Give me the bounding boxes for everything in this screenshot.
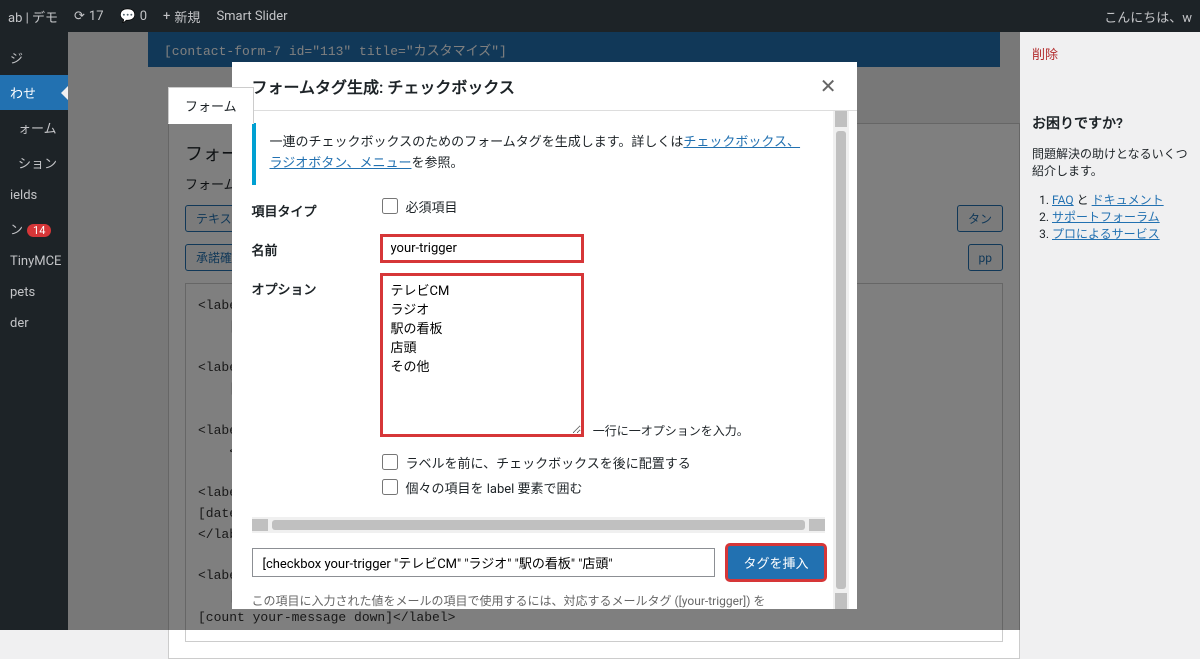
wrap-label-text: 個々の項目を label 要素で囲む	[406, 478, 583, 497]
generated-tag-input[interactable]	[252, 548, 716, 577]
greeting: こんにちは、w	[1104, 7, 1192, 26]
delete-link[interactable]: 削除	[1032, 48, 1058, 63]
pro-link[interactable]: プロによるサービス	[1052, 227, 1160, 241]
modal-title: フォームタグ生成: チェックボックス	[252, 74, 515, 98]
admin-sidebar: ジ わせ ォーム ション ields ン14 TinyMCE pets der	[0, 32, 68, 630]
smart-slider[interactable]: Smart Slider	[216, 9, 287, 24]
site-name[interactable]: ab | デモ	[8, 7, 58, 26]
help-link-item: プロによるサービス	[1052, 225, 1188, 242]
label-first-text: ラベルを前に、チェックボックスを後に配置する	[406, 453, 691, 472]
v-scrollbar[interactable]	[833, 111, 849, 609]
help-heading: お困りですか?	[1032, 113, 1188, 133]
update-badge: 14	[27, 224, 51, 237]
sidebar-item-snippets[interactable]: pets	[0, 277, 68, 308]
sidebar-item-integration[interactable]: ション	[0, 145, 68, 180]
new-content[interactable]: + 新規	[163, 7, 200, 26]
sidebar-item-plugins[interactable]: ン14	[0, 211, 68, 246]
label-first-checkbox[interactable]	[382, 454, 398, 470]
updates-count[interactable]: ⟳ 17	[74, 9, 104, 24]
admin-bar: ab | デモ ⟳ 17 💬 0 + 新規 Smart Slider こんにちは…	[0, 0, 1200, 32]
sidebar-item-contact[interactable]: わせ	[0, 75, 68, 110]
comments-count[interactable]: 💬 0	[120, 9, 148, 24]
sidebar-item[interactable]: ジ	[0, 40, 68, 75]
help-link-item: FAQ と ドキュメント	[1052, 191, 1188, 208]
tag-generator-modal: フォームタグ生成: チェックボックス ✕ 一連のチェックボックスのためのフォーム…	[232, 62, 857, 609]
close-icon[interactable]: ✕	[820, 74, 837, 98]
name-input[interactable]	[382, 236, 582, 261]
options-hint: 一行に一オプションを入力。	[593, 424, 749, 438]
modal-description: 一連のチェックボックスのためのフォームタグを生成します。詳しくはチェックボックス…	[252, 123, 825, 185]
options-label: オプション	[252, 275, 382, 298]
docs-link[interactable]: ドキュメント	[1092, 193, 1164, 207]
wrap-label-checkbox[interactable]	[382, 479, 398, 495]
required-checkbox[interactable]	[382, 198, 398, 214]
name-label: 名前	[252, 236, 382, 259]
field-type-label: 項目タイプ	[252, 197, 382, 220]
sidebar-item-tinymce[interactable]: TinyMCE	[0, 246, 68, 277]
sidebar-item-form[interactable]: ォーム	[0, 110, 68, 145]
tab-form[interactable]: フォーム	[168, 87, 254, 124]
support-link[interactable]: サポートフォーラム	[1052, 210, 1160, 224]
options-textarea[interactable]: テレビCM ラジオ 駅の看板 店頭 その他	[382, 275, 582, 435]
modal-footer-text: この項目に入力された値をメールの項目で使用するには、対応するメールタグ ([yo…	[252, 592, 825, 609]
h-scrollbar[interactable]	[252, 517, 825, 533]
help-link-item: サポートフォーラム	[1052, 208, 1188, 225]
sidebar-item-slider[interactable]: der	[0, 308, 68, 339]
required-label: 必須項目	[406, 197, 458, 216]
faq-link[interactable]: FAQ	[1052, 193, 1074, 207]
help-description: 問題解決の助けとなるいくつ紹介します。	[1032, 145, 1188, 179]
right-column: 削除 お困りですか? 問題解決の助けとなるいくつ紹介します。 FAQ と ドキュ…	[1020, 32, 1200, 630]
sidebar-item-fields[interactable]: ields	[0, 180, 68, 211]
insert-tag-button[interactable]: タグを挿入	[727, 545, 824, 580]
main-content: [contact-form-7 id="113" title="カスタマイズ"]…	[68, 32, 1020, 630]
